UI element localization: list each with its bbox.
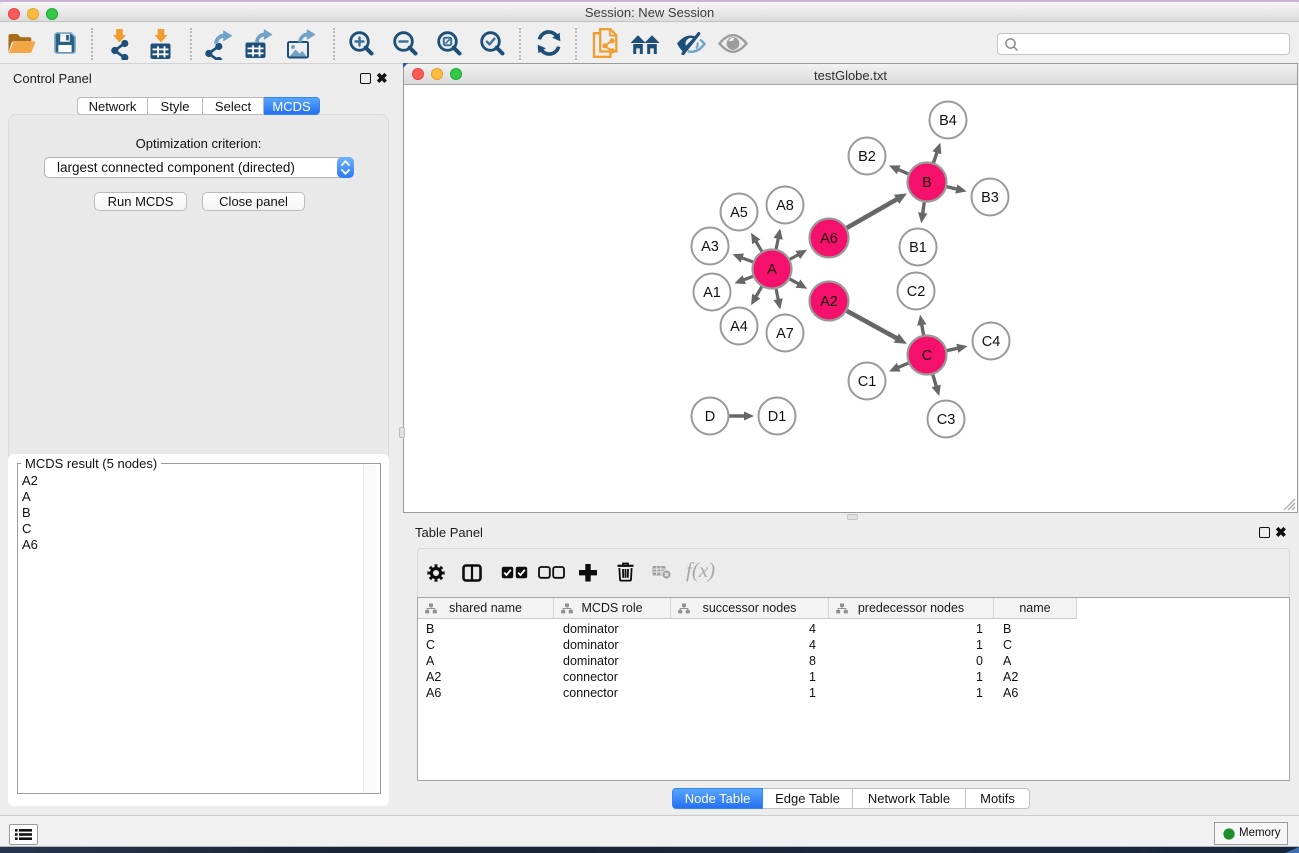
svg-text:C4: C4: [982, 334, 1001, 350]
svg-text:C3: C3: [937, 412, 956, 428]
svg-text:A1: A1: [703, 285, 721, 301]
svg-text:B1: B1: [909, 240, 927, 256]
svg-text:A2: A2: [820, 294, 838, 310]
svg-text:A: A: [767, 262, 777, 278]
svg-text:A7: A7: [776, 326, 794, 342]
svg-text:A5: A5: [730, 205, 748, 221]
svg-text:C2: C2: [907, 284, 926, 300]
svg-text:D1: D1: [768, 409, 787, 425]
svg-text:A6: A6: [820, 231, 838, 247]
svg-text:B3: B3: [981, 190, 999, 206]
svg-text:B: B: [922, 175, 932, 191]
svg-text:D: D: [705, 409, 715, 425]
svg-text:A8: A8: [776, 198, 794, 214]
svg-text:A4: A4: [730, 319, 748, 335]
svg-text:A3: A3: [701, 239, 719, 255]
svg-text:B2: B2: [858, 149, 876, 165]
svg-text:B4: B4: [939, 113, 957, 129]
svg-text:C: C: [922, 348, 932, 364]
svg-text:C1: C1: [858, 374, 877, 390]
